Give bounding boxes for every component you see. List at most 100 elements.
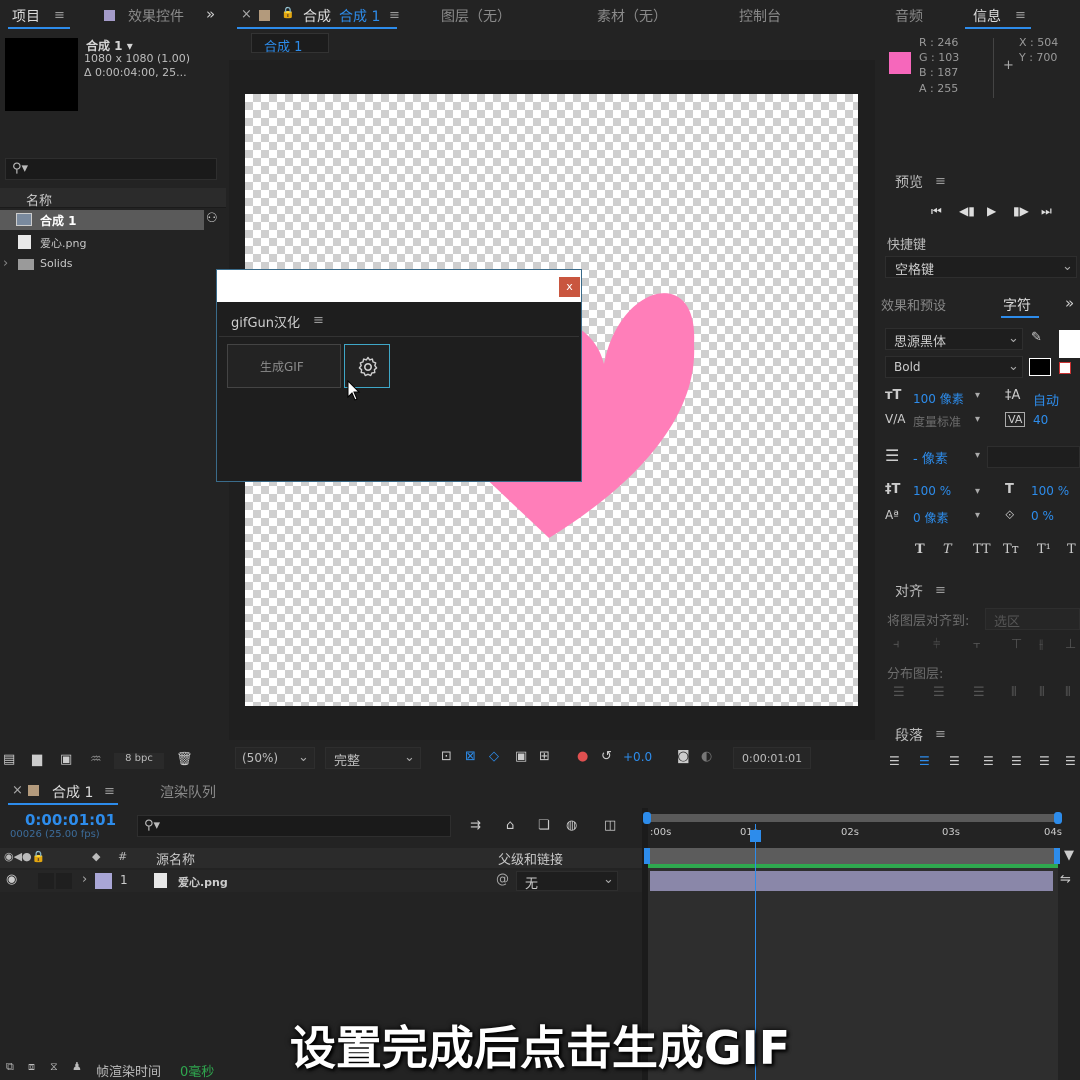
plugin-menu-icon[interactable]: ≡ (313, 313, 324, 328)
eye-icon[interactable]: ◉ (6, 872, 17, 887)
align-left-icon[interactable]: ⫞ (893, 637, 900, 652)
lock-icon[interactable]: 🔒 (281, 6, 295, 19)
first-frame-icon[interactable]: ⏮ (931, 204, 942, 219)
project-menu-icon[interactable]: ≡ (54, 8, 65, 23)
navigator-start-handle[interactable] (643, 812, 651, 824)
layer-name[interactable]: 爱心.png (178, 874, 228, 890)
col-name-header[interactable]: 名称 (26, 190, 52, 209)
distribute-center-h-icon[interactable]: ⦀ (1039, 685, 1045, 700)
composition-mini-flowchart-icon[interactable]: ⇉ (470, 818, 481, 833)
subscript-icon[interactable]: T (1067, 542, 1076, 557)
navigator-end-handle[interactable] (1054, 812, 1062, 824)
tab-footage[interactable]: 素材（无） (597, 6, 667, 26)
layer-duration-bar[interactable] (650, 871, 1053, 891)
source-name-header[interactable]: 源名称 (156, 849, 195, 868)
shortcut-dropdown[interactable]: 空格键 ⌄ (885, 256, 1077, 278)
stroke-type-dropdown[interactable] (987, 446, 1080, 468)
time-navigator[interactable] (648, 814, 1060, 822)
bpc-button[interactable]: 8 bpc (114, 753, 164, 769)
play-icon[interactable]: ▶ (987, 204, 996, 218)
keyframe-nav-icon[interactable]: ⇋ (1060, 872, 1071, 887)
distribute-left-icon[interactable]: ⦀ (1011, 685, 1017, 700)
hide-shy-icon[interactable]: ❏ (538, 818, 550, 833)
tab-effect-controls[interactable]: 效果控件 (128, 6, 184, 26)
justify-left-icon[interactable]: ☰ (983, 754, 994, 768)
timeline-timecode[interactable]: 0:00:01:01 (25, 811, 116, 829)
distribute-bottom-icon[interactable]: ☰ (973, 685, 985, 700)
last-frame-icon[interactable]: ⏭ (1041, 204, 1052, 219)
tab-render-queue[interactable]: 渲染队列 (160, 782, 216, 802)
fill-color-swatch[interactable] (1059, 330, 1080, 358)
pick-whip-icon[interactable]: @ (496, 872, 509, 887)
superscript-icon[interactable]: T¹ (1037, 542, 1051, 557)
distribute-top-icon[interactable]: ☰ (893, 685, 905, 700)
tab-effects-presets[interactable]: 效果和预设 (881, 295, 946, 314)
solo-box[interactable] (38, 873, 54, 889)
tab-composition-active[interactable]: 合成 1 (339, 6, 380, 26)
tsume-value[interactable]: 0 % (1031, 509, 1054, 523)
stroke-color-swatch[interactable] (1029, 358, 1051, 376)
lock-box[interactable] (56, 873, 72, 889)
align-center-h-icon[interactable]: ⫩ (933, 637, 940, 652)
project-item-png[interactable]: 爱心.png (0, 232, 204, 252)
align-menu-icon[interactable]: ≡ (935, 583, 946, 598)
align-right-icon[interactable]: ⫟ (973, 637, 981, 652)
preview-menu-icon[interactable]: ≡ (935, 174, 946, 189)
justify-all-icon[interactable]: ☰ (1065, 754, 1076, 768)
parent-header[interactable]: 父级和链接 (498, 849, 563, 868)
work-area-end[interactable] (1054, 848, 1060, 864)
paragraph-menu-icon[interactable]: ≡ (935, 727, 946, 742)
comp-menu-icon[interactable]: ≡ (389, 8, 400, 23)
playhead-handle[interactable] (750, 830, 761, 842)
justify-right-icon[interactable]: ☰ (1039, 754, 1050, 768)
viewer-timecode[interactable]: 0:00:01:01 (733, 747, 811, 769)
draft-3d-icon[interactable]: ⌂ (506, 818, 514, 833)
tracking-value[interactable]: 40 (1033, 413, 1048, 427)
project-settings-icon[interactable]: ♒ (90, 752, 102, 767)
all-caps-icon[interactable]: TT (973, 542, 991, 557)
new-folder-icon[interactable]: ▆ (32, 752, 42, 767)
new-comp-icon[interactable]: ▣ (60, 752, 72, 767)
faux-italic-icon[interactable]: T (943, 542, 952, 557)
trash-icon[interactable]: 🗑 (176, 752, 193, 767)
font-size-value[interactable]: 100 像素 (913, 390, 964, 407)
timeline-search-input[interactable]: ⚲▾ (137, 815, 451, 837)
tab-project[interactable]: 项目 (12, 6, 40, 26)
parent-dropdown[interactable]: 无 ⌄ (516, 871, 618, 892)
layer-row[interactable]: ◉ › 1 爱心.png @ 无 ⌄ (0, 870, 644, 892)
tab-layer[interactable]: 图层（无） (441, 6, 511, 26)
safe-margins-icon[interactable]: ▣ (515, 749, 527, 764)
close-tab-icon[interactable]: × (12, 783, 23, 798)
comp-subtab[interactable]: 合成 1 (251, 33, 329, 55)
align-text-right-icon[interactable]: ☰ (949, 754, 960, 768)
distribute-center-v-icon[interactable]: ☰ (933, 685, 945, 700)
resolution-dropdown[interactable]: 完整 ⌄ (325, 747, 421, 769)
reset-exposure-icon[interactable]: ↺ (601, 749, 612, 764)
region-icon[interactable]: ⊡ (441, 749, 452, 764)
eyedropper-icon[interactable]: ✎ (1031, 330, 1042, 345)
align-to-dropdown[interactable]: 选区 (985, 608, 1080, 630)
graph-editor-icon[interactable]: ◫ (604, 818, 616, 833)
time-ruler[interactable]: :00s 01s 02s 03s 04s (648, 824, 1062, 846)
info-menu-icon[interactable]: ≡ (1015, 8, 1026, 23)
expand-chevron-icon[interactable]: › (82, 872, 87, 887)
panel-overflow-icon[interactable]: » (1065, 294, 1074, 312)
zoom-dropdown[interactable]: (50%) ⌄ (235, 747, 315, 769)
small-caps-icon[interactable]: Tт (1003, 542, 1019, 557)
no-color-swatch[interactable] (1059, 362, 1071, 374)
channel-icon[interactable]: ● (577, 749, 588, 764)
kerning-value[interactable]: 度量标准 (913, 413, 961, 430)
timeline-menu-icon[interactable]: ≡ (104, 784, 115, 799)
stroke-width-value[interactable]: - 像素 (913, 448, 948, 467)
window-titlebar[interactable]: x (217, 270, 581, 302)
generate-gif-button[interactable]: 生成GIF (227, 344, 341, 388)
tab-timeline-comp[interactable]: 合成 1 (52, 782, 93, 802)
close-tab-icon[interactable]: × (241, 7, 252, 22)
exposure-value[interactable]: +0.0 (623, 750, 652, 764)
interpret-footage-icon[interactable]: ▤ (3, 752, 15, 767)
flowchart-icon[interactable]: ⚇ (206, 211, 218, 226)
previous-frame-icon[interactable]: ◀▮ (959, 204, 975, 218)
expand-chevron-icon[interactable]: › (3, 256, 8, 271)
font-family-dropdown[interactable]: 思源黑体 ⌄ (885, 328, 1023, 350)
panel-overflow-icon[interactable]: » (206, 5, 215, 23)
